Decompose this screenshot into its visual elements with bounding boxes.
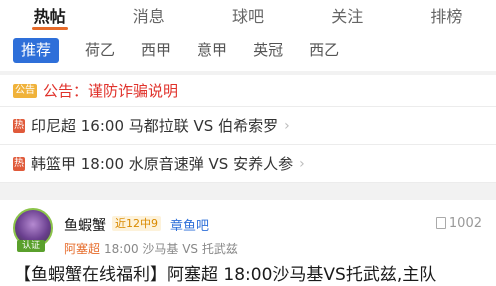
hot-match-row[interactable]: 热 韩篮甲 18:00 水原音速弹 VS 安养人参 › xyxy=(0,145,496,183)
tab-forums-label: 球吧 xyxy=(232,7,265,26)
announcement-text: 公告：谨防诈骗说明 xyxy=(43,82,179,100)
subtab-serie-a[interactable]: 意甲 xyxy=(197,38,227,63)
post-meta: 阿塞超 18:00 沙马基 VS 托武兹 xyxy=(64,240,238,257)
match-info: 18:00 沙马基 VS 托武兹 xyxy=(104,242,238,256)
tab-messages[interactable]: 消息 xyxy=(99,0,198,30)
tab-following[interactable]: 关注 xyxy=(298,0,397,30)
forum-link[interactable]: 章鱼吧 xyxy=(170,215,209,234)
subtab-eerste-divisie[interactable]: 荷乙 xyxy=(85,38,115,63)
subtab-la-liga[interactable]: 西甲 xyxy=(141,38,171,63)
chevron-right-icon: › xyxy=(284,117,290,134)
hot-match-row[interactable]: 热 印尼超 16:00 马都拉联 VS 伯希索罗 › xyxy=(0,107,496,145)
tab-hot[interactable]: 热帖 xyxy=(0,0,99,30)
hot-match-text: 韩篮甲 18:00 水原音速弹 VS 安养人参 xyxy=(31,155,294,173)
tab-following-label: 关注 xyxy=(331,7,364,26)
section-divider xyxy=(0,190,496,200)
record-badge: 近12中9 xyxy=(112,216,161,231)
tab-rankings[interactable]: 排榜 xyxy=(397,0,496,30)
announcement-row[interactable]: 公告 公告：谨防诈骗说明 xyxy=(0,75,496,107)
verified-tag: 认证 xyxy=(17,240,45,252)
subtab-championship[interactable]: 英冠 xyxy=(253,38,283,63)
announcement-badge: 公告 xyxy=(13,83,37,98)
hot-badge: 热 xyxy=(13,156,25,171)
post-title[interactable]: 【鱼蝦蟹在线福利】阿塞超 18:00沙马基VS托武兹,主队 xyxy=(14,260,436,285)
subtab-segunda[interactable]: 西乙 xyxy=(309,38,339,63)
post-card[interactable]: 认证 鱼蝦蟹 近12中9 章鱼吧 1002 阿塞超 18:00 沙马基 VS 托武… xyxy=(0,200,496,286)
top-tab-bar: 热帖 消息 球吧 关注 排榜 xyxy=(0,0,496,30)
notice-list: 公告 公告：谨防诈骗说明 热 印尼超 16:00 马都拉联 VS 伯希索罗 › … xyxy=(0,75,496,183)
hot-match-text: 印尼超 16:00 马都拉联 VS 伯希索罗 xyxy=(31,117,279,135)
hot-badge: 热 xyxy=(13,118,25,133)
tab-hot-label: 热帖 xyxy=(33,7,66,26)
user-name[interactable]: 鱼蝦蟹 xyxy=(64,215,106,235)
document-icon xyxy=(435,217,446,229)
tab-messages-label: 消息 xyxy=(132,7,165,26)
league-tag[interactable]: 阿塞超 xyxy=(64,242,100,256)
view-count: 1002 xyxy=(435,216,482,231)
view-count-value: 1002 xyxy=(448,216,482,231)
tab-rankings-label: 排榜 xyxy=(430,7,463,26)
chevron-right-icon: › xyxy=(299,155,305,172)
subtab-recommended[interactable]: 推荐 xyxy=(13,38,60,63)
tab-forums[interactable]: 球吧 xyxy=(198,0,297,30)
league-filter-bar: 推荐 荷乙 西甲 意甲 英冠 西乙 xyxy=(0,30,496,71)
